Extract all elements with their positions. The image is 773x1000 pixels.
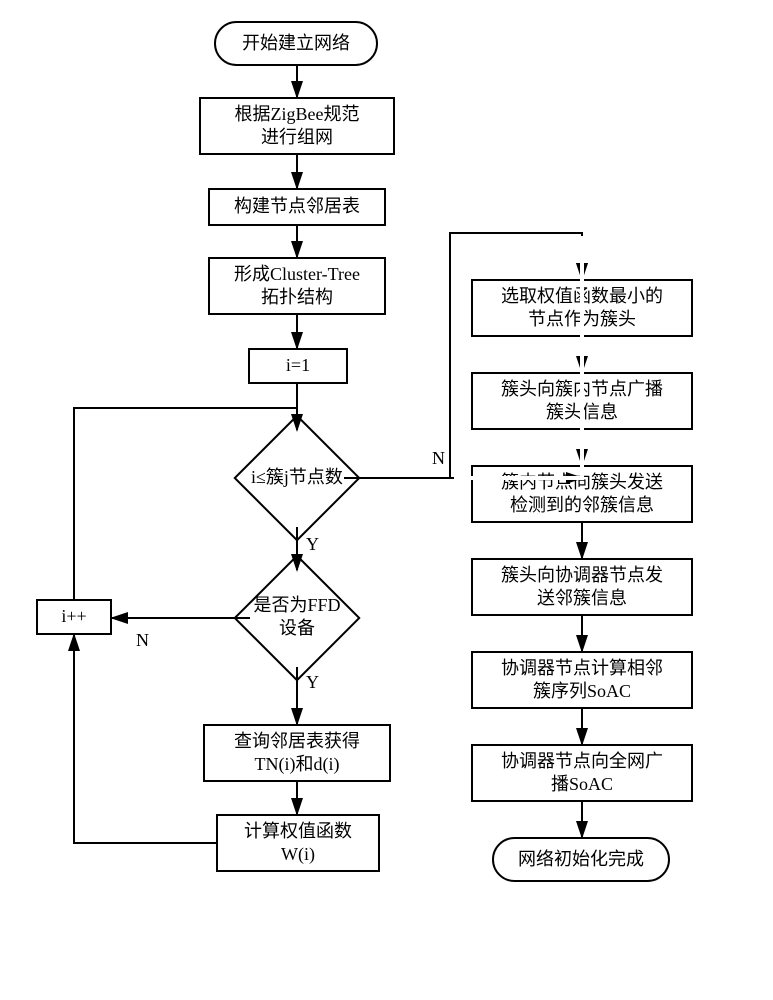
decision-ffd-text-wrap: 是否为FFD 设备 — [228, 587, 366, 647]
terminal-start-text: 开始建立网络 — [242, 32, 350, 55]
process-init-i-text: i=1 — [286, 354, 310, 377]
process-init-i: i=1 — [248, 348, 348, 384]
process-neighbor: 构建节点邻居表 — [208, 188, 386, 226]
label-count-no: N — [432, 448, 445, 469]
process-zigbee-text: 根据ZigBee规范 进行组网 — [235, 103, 360, 150]
process-weight: 计算权值函数 W(i) — [216, 814, 380, 872]
label-ffd-no: N — [136, 630, 149, 651]
process-select-head-text: 选取权值函数最小的 节点作为簇头 — [501, 285, 663, 332]
process-broadcast-head-text: 簇头向簇内节点广播 簇头信息 — [501, 378, 663, 425]
process-broadcast-head: 簇头向簇内节点广播 簇头信息 — [471, 372, 693, 430]
process-query: 查询邻居表获得 TN(i)和d(i) — [203, 724, 391, 782]
process-increment-text: i++ — [61, 605, 86, 628]
terminal-end: 网络初始化完成 — [492, 837, 670, 882]
decision-count-text: i≤簇j节点数 — [251, 466, 343, 489]
decision-count-text-wrap: i≤簇j节点数 — [218, 448, 376, 508]
terminal-start: 开始建立网络 — [214, 21, 378, 66]
process-cluster-text: 形成Cluster-Tree 拓扑结构 — [234, 263, 360, 310]
process-send-detect-text: 簇内节点向簇头发送 检测到的邻簇信息 — [501, 471, 663, 518]
process-weight-text: 计算权值函数 W(i) — [244, 820, 352, 867]
label-count-yes: Y — [306, 534, 319, 555]
process-select-head: 选取权值函数最小的 节点作为簇头 — [471, 279, 693, 337]
process-cluster: 形成Cluster-Tree 拓扑结构 — [208, 257, 386, 315]
process-broadcast-soac-text: 协调器节点向全网广 播SoAC — [501, 750, 663, 797]
process-calc-soac-text: 协调器节点计算相邻 簇序列SoAC — [501, 657, 663, 704]
process-zigbee: 根据ZigBee规范 进行组网 — [199, 97, 395, 155]
process-send-coord-text: 簇头向协调器节点发 送邻簇信息 — [501, 564, 663, 611]
process-send-detect: 簇内节点向簇头发送 检测到的邻簇信息 — [471, 465, 693, 523]
process-query-text: 查询邻居表获得 TN(i)和d(i) — [234, 730, 360, 777]
process-increment: i++ — [36, 599, 112, 635]
decision-ffd-text: 是否为FFD 设备 — [253, 594, 340, 641]
process-neighbor-text: 构建节点邻居表 — [234, 195, 360, 218]
process-broadcast-soac: 协调器节点向全网广 播SoAC — [471, 744, 693, 802]
process-calc-soac: 协调器节点计算相邻 簇序列SoAC — [471, 651, 693, 709]
terminal-end-text: 网络初始化完成 — [518, 848, 644, 871]
process-send-coord: 簇头向协调器节点发 送邻簇信息 — [471, 558, 693, 616]
label-ffd-yes: Y — [306, 672, 319, 693]
